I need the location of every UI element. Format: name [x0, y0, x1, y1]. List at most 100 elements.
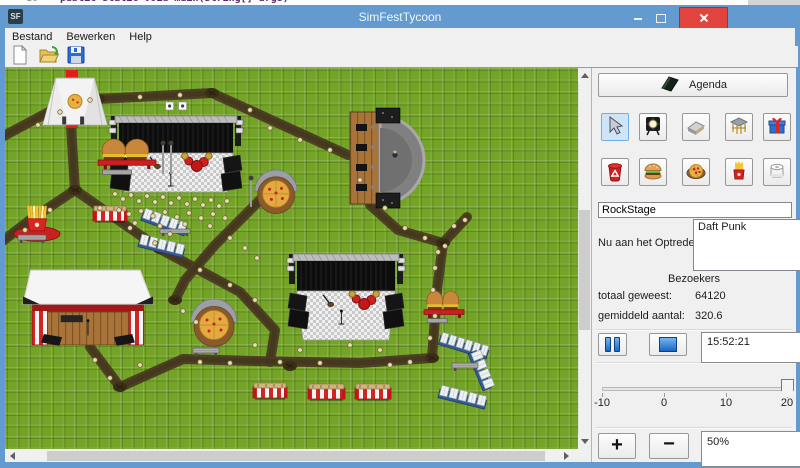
visitors-header: Bezoekers: [592, 273, 796, 285]
visitor-dot: [163, 210, 168, 215]
agenda-book-icon: [659, 75, 681, 96]
visitor-dot: [211, 212, 216, 217]
map-toilet-row[interactable]: [438, 385, 488, 409]
time-display[interactable]: 15:52:21: [701, 332, 800, 363]
visitor-dot: [98, 206, 103, 211]
visitor-dot: [117, 208, 122, 213]
map-striped-stall[interactable]: [355, 384, 391, 401]
visitor-dot: [139, 209, 144, 214]
map-stage[interactable]: [287, 254, 405, 340]
tool-scaffold-button[interactable]: [725, 113, 753, 141]
trash-icon: [604, 160, 626, 185]
map-bench[interactable]: [160, 229, 190, 236]
slider-handle[interactable]: [781, 379, 794, 398]
minimize-button[interactable]: [629, 12, 647, 25]
scroll-down-button[interactable]: [578, 434, 591, 449]
menu-bestand[interactable]: Bestand: [5, 29, 59, 45]
tool-ramp-button[interactable]: [682, 113, 710, 141]
visitor-dot: [133, 221, 138, 226]
tool-cursor-button[interactable]: [601, 113, 629, 141]
visitor-dot: [217, 204, 222, 209]
slider-tick-label: -10: [590, 397, 614, 409]
arrow-left-icon: [10, 452, 15, 460]
menu-bewerken[interactable]: Bewerken: [59, 29, 122, 45]
visitor-dot: [328, 148, 333, 153]
map-striped-stall[interactable]: [253, 383, 287, 400]
footpath: [71, 126, 75, 190]
stop-button[interactable]: [649, 333, 687, 356]
visitor-dot: [208, 224, 213, 229]
map-canvas[interactable]: [5, 68, 578, 449]
close-button[interactable]: [679, 7, 728, 29]
visitor-dot: [358, 178, 363, 183]
gift-icon: [766, 115, 788, 140]
path-junction: [168, 295, 182, 305]
scroll-up-button[interactable]: [578, 68, 591, 83]
now-performing-listbox[interactable]: Daft Punk: [693, 219, 800, 271]
footpath: [90, 347, 120, 387]
slider-track[interactable]: [602, 387, 790, 391]
maximize-icon: [656, 14, 666, 23]
map-toilet-row[interactable]: [468, 349, 495, 391]
tool-toilet-paper-button[interactable]: [763, 158, 791, 186]
map-bench[interactable]: [452, 363, 478, 371]
map-striped-stall[interactable]: [308, 384, 345, 401]
map-pizza-stand[interactable]: [255, 170, 297, 214]
time-value: 15:52:21: [707, 336, 750, 348]
horizontal-scrollbar-thumb[interactable]: [47, 451, 545, 461]
toolbar: [5, 46, 798, 67]
zoom-out-button[interactable]: −: [649, 433, 689, 459]
scrollbar-corner: [578, 449, 591, 462]
open-file-button[interactable]: [36, 45, 60, 69]
save-file-button[interactable]: [64, 45, 88, 69]
path-junction: [283, 361, 297, 371]
visitor-dot: [194, 320, 199, 325]
minimize-icon: [634, 18, 642, 20]
slider-tick-label: 20: [775, 397, 799, 409]
visitor-dot: [153, 200, 158, 205]
path-junction: [68, 185, 82, 195]
vertical-scrollbar-thumb[interactable]: [579, 210, 590, 330]
visitor-dot: [177, 196, 182, 201]
map-bar[interactable]: [350, 108, 424, 208]
visitor-dot: [129, 193, 134, 198]
footpath: [120, 358, 432, 387]
visitor-dot: [153, 241, 158, 246]
stage-name-input[interactable]: [598, 202, 792, 218]
scroll-right-button[interactable]: [559, 449, 573, 462]
tool-burger-button[interactable]: [639, 158, 667, 186]
fries-icon: [728, 160, 750, 185]
path-junction: [205, 88, 219, 98]
close-icon: [698, 12, 710, 24]
new-file-button[interactable]: [8, 45, 32, 69]
maximize-button[interactable]: [652, 11, 670, 25]
visitor-dot: [209, 198, 214, 203]
tool-spotlight-button[interactable]: [639, 113, 667, 141]
visitor-dot: [201, 203, 206, 208]
zoom-level-display[interactable]: 50%: [701, 431, 800, 467]
tool-gift-button[interactable]: [763, 113, 791, 141]
visitor-dot: [403, 226, 408, 231]
visitor-dot: [113, 192, 118, 197]
tool-fries-button[interactable]: [725, 158, 753, 186]
visitor-dot: [423, 236, 428, 241]
map-acoustic-stage[interactable]: [23, 270, 153, 346]
visitor-dot: [23, 228, 28, 233]
visitor-dot: [128, 226, 133, 231]
visitor-dot: [121, 197, 126, 202]
visitor-dot: [199, 216, 204, 221]
map-bench[interactable]: [18, 235, 46, 243]
map-tent[interactable]: [43, 78, 107, 125]
slider-tick-label: 10: [714, 397, 738, 409]
tool-pizza-button[interactable]: [682, 158, 710, 186]
menu-help[interactable]: Help: [122, 29, 159, 45]
pause-button[interactable]: [598, 333, 627, 356]
zoom-in-button[interactable]: +: [598, 433, 636, 459]
average-visitors-label: gemiddeld aantal:: [598, 310, 685, 322]
scroll-left-button[interactable]: [5, 449, 19, 462]
ide-line-number: 10: [26, 0, 38, 4]
visitor-dot: [198, 268, 203, 273]
scaffold-icon: [728, 115, 750, 140]
tool-trash-button[interactable]: [601, 158, 629, 186]
agenda-button[interactable]: Agenda: [598, 73, 788, 97]
